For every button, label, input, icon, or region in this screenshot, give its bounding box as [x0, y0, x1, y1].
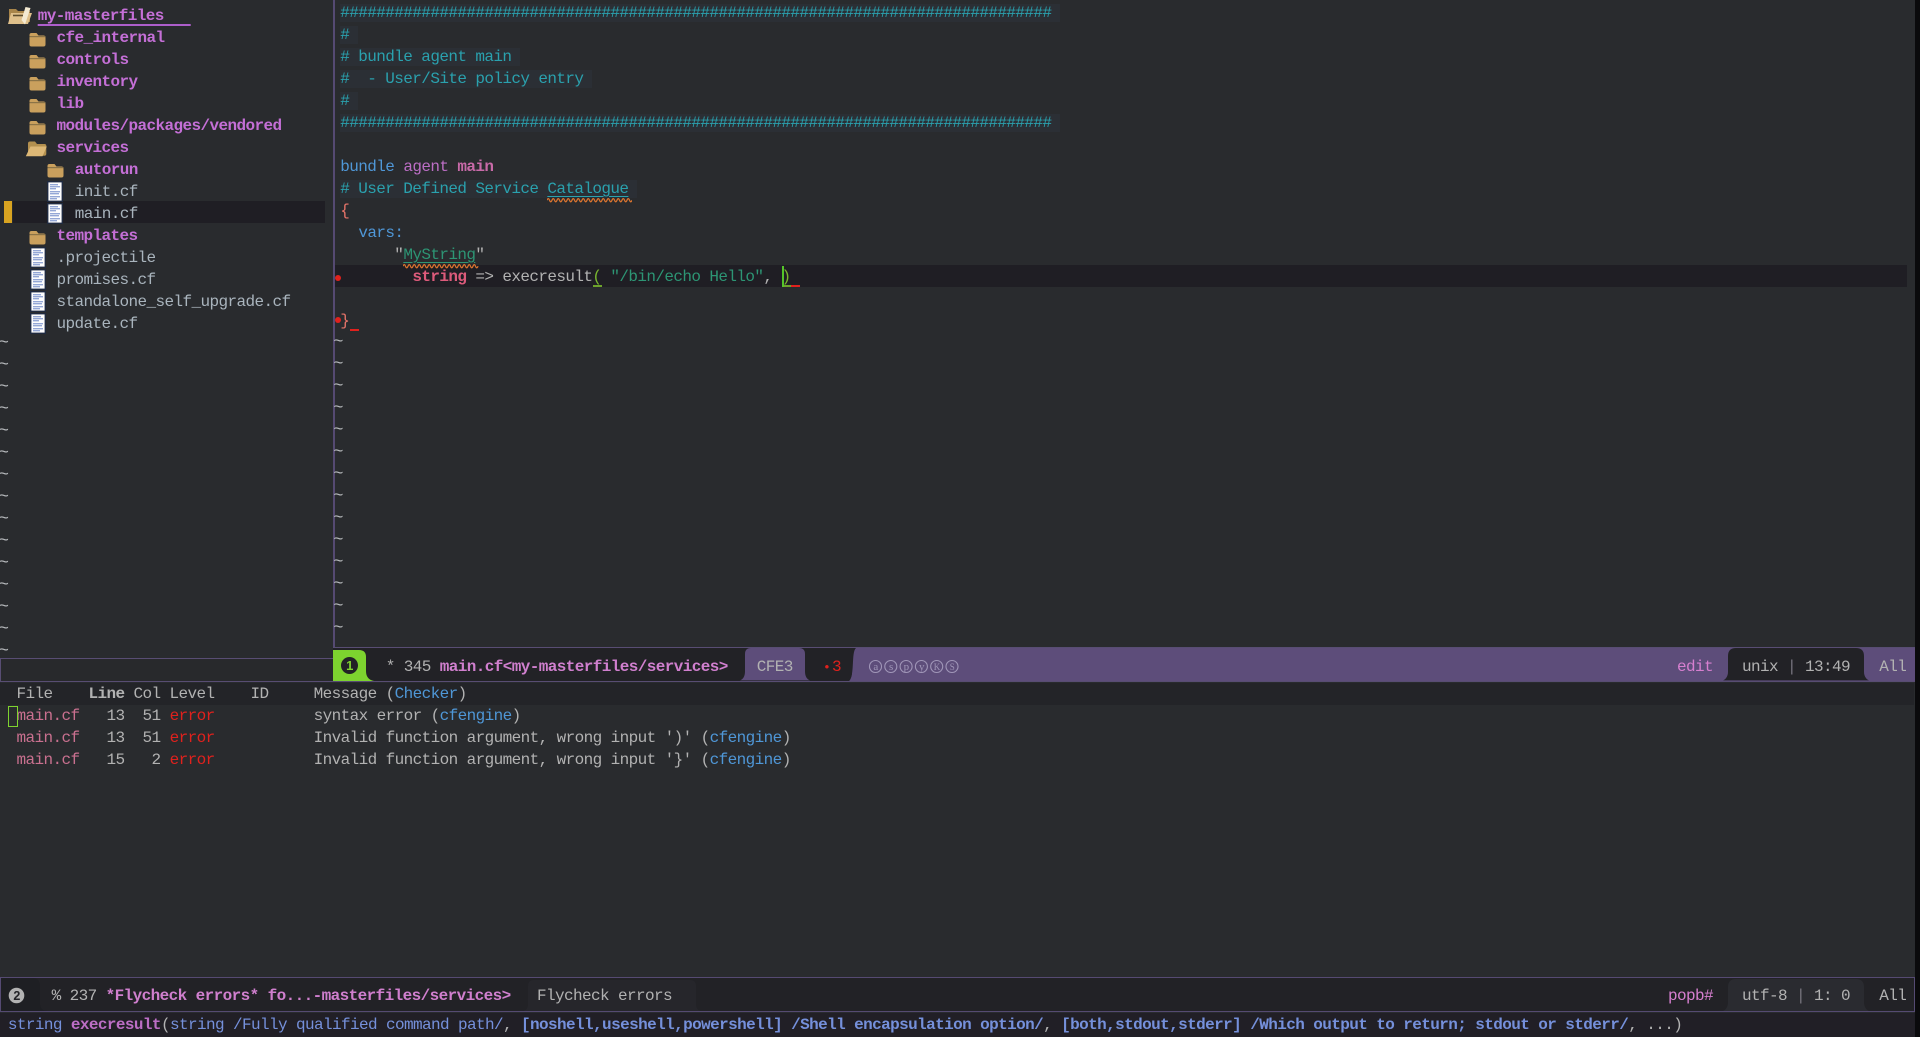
svg-text:s: s	[889, 661, 893, 673]
svg-text:p: p	[904, 661, 910, 673]
svg-text:1: 1	[346, 658, 353, 673]
svg-text:2: 2	[13, 988, 20, 1002]
svg-text:a: a	[873, 661, 878, 673]
svg-text:S: S	[950, 661, 955, 671]
svg-text:K: K	[934, 661, 941, 671]
